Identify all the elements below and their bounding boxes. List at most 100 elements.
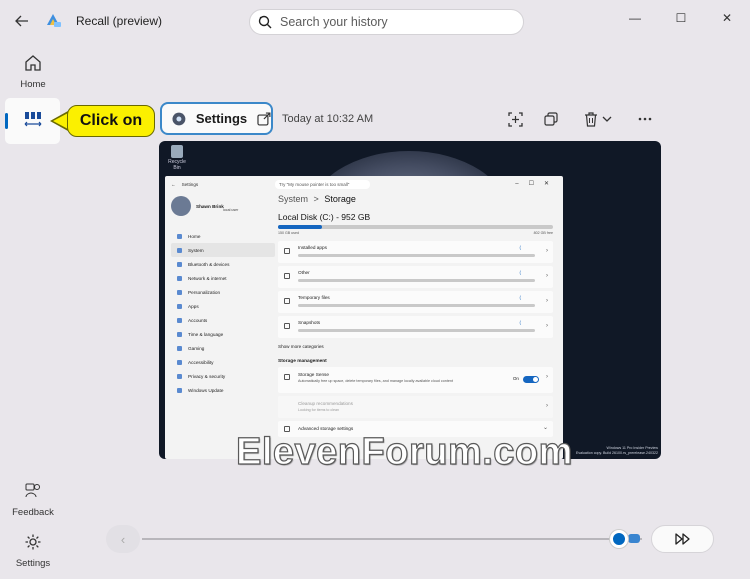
settings-nav-item: System <box>171 243 275 257</box>
user-account-type: local user <box>223 208 239 212</box>
settings-nav-item: Apps <box>171 299 275 313</box>
nav-item-icon <box>177 359 182 365</box>
storage-sense-icon <box>284 374 290 380</box>
category-icon <box>284 248 290 254</box>
settings-nav-item: Personalization <box>171 285 275 299</box>
settings-gear-icon <box>172 112 186 125</box>
minimize-button[interactable]: — <box>612 0 658 36</box>
nav-item-label: Privacy & security <box>188 373 226 379</box>
recall-app-icon <box>44 11 62 29</box>
chevron-down-icon <box>602 116 612 122</box>
timeline-slider[interactable]: ‹ <box>106 525 644 553</box>
nav-item-icon <box>177 331 182 337</box>
snapshot-timestamp: Today at 10:32 AM <box>282 113 374 125</box>
timeline-segment <box>628 534 640 543</box>
previous-snapshot-button[interactable]: ‹ <box>106 525 140 553</box>
timeline-icon <box>24 112 42 127</box>
category-icon <box>284 273 290 279</box>
settings-back-icon: ← <box>171 181 176 187</box>
snapshot-app-name: Settings <box>195 111 248 126</box>
recycle-bin-desktop-icon: Recycle Bin <box>165 145 189 171</box>
chevron-down-icon: ⌄ <box>542 425 548 431</box>
disk-free: 802 GB free <box>533 231 553 235</box>
settings-window-title: Settings <box>181 181 199 187</box>
nav-item-icon <box>177 289 182 295</box>
screenray-button[interactable] <box>506 109 524 129</box>
nav-item-icon <box>177 247 182 253</box>
breadcrumb: System > Storage <box>278 194 553 204</box>
settings-nav-item: Bluetooth & devices <box>171 257 275 271</box>
storage-sense-desc: Automatically free up space, delete temp… <box>298 379 453 383</box>
settings-nav-item: Windows Update <box>171 383 275 397</box>
loading-indicator: ( <box>519 245 521 250</box>
delete-button[interactable] <box>582 109 614 129</box>
nav-item-icon <box>177 387 182 393</box>
nav-item-label: Accessibility <box>188 359 214 365</box>
breadcrumb-current: Storage <box>324 194 356 204</box>
trash-icon <box>585 111 597 127</box>
breadcrumb-parent: System <box>278 194 309 204</box>
nav-item-label: Gaming <box>188 345 205 351</box>
screen-select-icon <box>507 111 523 127</box>
storage-category-row: Temporary files (› <box>278 291 553 313</box>
feedback-label: Feedback <box>12 507 54 518</box>
settings-nav-item[interactable]: Settings <box>5 533 61 569</box>
nav-item-label: Personalization <box>188 289 221 295</box>
settings-window-controls: –☐✕ <box>515 181 559 187</box>
window-controls: — ☐ ✕ <box>612 0 750 36</box>
storage-page: System > Storage Local Disk (C:) - 952 G… <box>278 194 553 437</box>
chevron-left-icon: ‹ <box>120 531 126 547</box>
search-input[interactable] <box>280 15 500 29</box>
storage-category-row: Other (› <box>278 266 553 288</box>
settings-search: Try "My mouse pointer is too small" <box>275 180 370 189</box>
chevron-right-icon: › <box>546 374 548 380</box>
storage-sense-title: Storage Sense <box>298 372 330 377</box>
nav-item-label: Network & internet <box>188 275 227 281</box>
cleanup-row: Cleanup recommendations Looking for item… <box>278 396 553 418</box>
settings-nav-item: Gaming <box>171 341 275 355</box>
storage-category-row: Snapshots ( › <box>278 316 553 338</box>
snapshot-app-chip[interactable]: Settings <box>160 102 273 135</box>
disk-used: 150 GB used <box>278 231 299 235</box>
settings-window: ← Settings Try "My mouse pointer is too … <box>165 176 563 459</box>
snapshot-image[interactable]: Recycle Bin ← Settings Try "My mouse poi… <box>159 141 661 459</box>
timeline-thumb[interactable] <box>610 530 628 548</box>
back-button[interactable] <box>8 8 36 34</box>
loading-indicator: ( <box>519 295 521 300</box>
settings-nav-item: Network & internet <box>171 271 275 285</box>
cleanup-desc: Looking for items to clean <box>298 408 339 412</box>
search-box[interactable] <box>249 9 524 35</box>
category-label: Snapshots <box>298 320 321 325</box>
breadcrumb-separator: > <box>313 194 319 204</box>
home-nav-item[interactable]: Home <box>5 54 61 90</box>
open-external-icon[interactable] <box>257 111 271 126</box>
settings-nav-item: Privacy & security <box>171 369 275 383</box>
nav-item-label: Time & language <box>188 331 224 337</box>
recycle-bin-label: Recycle Bin <box>168 159 186 171</box>
more-options-button[interactable] <box>636 109 654 129</box>
disk-usage-fill <box>278 225 322 229</box>
nav-item-icon <box>177 373 182 379</box>
timeline-track[interactable] <box>142 538 642 540</box>
nav-item-icon <box>177 261 182 267</box>
gear-icon <box>25 534 41 550</box>
feedback-nav-item[interactable]: Feedback <box>5 482 61 518</box>
chevron-right-icon: › <box>546 323 548 329</box>
category-usage-bar <box>298 329 535 332</box>
build-line-2: Evaluation copy. Build 26100.rs_prerelea… <box>575 451 658 455</box>
category-usage-bar <box>298 254 535 257</box>
chevron-right-icon: › <box>546 273 548 279</box>
maximize-button[interactable]: ☐ <box>658 0 704 36</box>
title-bar: Recall (preview) — ☐ ✕ <box>0 0 750 44</box>
chevron-right-icon: › <box>546 403 548 409</box>
loading-indicator: ( <box>519 320 521 325</box>
back-arrow-icon <box>15 15 28 27</box>
jump-to-now-button[interactable] <box>651 525 714 553</box>
avatar <box>171 196 191 216</box>
nav-item-icon <box>177 303 182 309</box>
cleanup-title: Cleanup recommendations <box>298 401 353 406</box>
copy-button[interactable] <box>542 109 560 129</box>
nav-item-icon <box>177 233 182 239</box>
close-button[interactable]: ✕ <box>704 0 750 36</box>
more-icon <box>638 117 652 121</box>
